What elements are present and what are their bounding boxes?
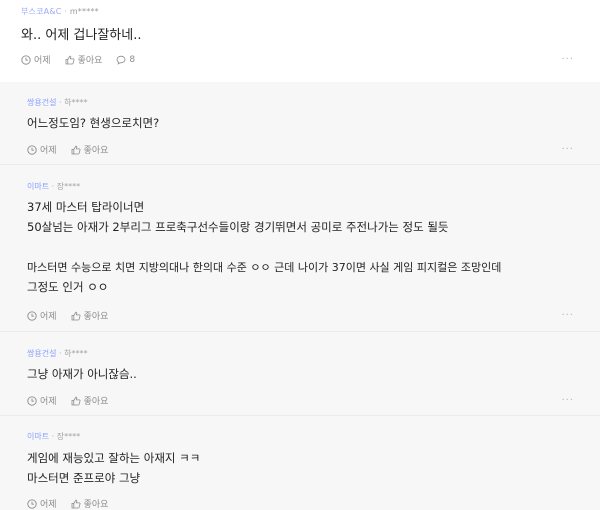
thumbs-up-icon [71,499,81,508]
comment-time: 어제 [21,53,51,66]
reply-text-line: 게임에 재능있고 잘하는 아재지 ㅋㅋ [27,451,201,465]
author-company: 이마트 [27,432,50,441]
reply-time-text: 어제 [40,146,57,156]
reply-count: 8 [129,54,136,65]
clock-icon [27,395,37,406]
reply-text-line: 마스터면 준프로야 그냥 [27,471,141,485]
reply-text-line: 마스터면 수능으로 치면 지방의대나 한의대 수준 ㅇㅇ 근데 나이가 37이면… [27,261,502,274]
author-nickname: m***** [69,7,99,16]
like-button[interactable]: 좋아요 [71,394,109,407]
clock-icon [27,310,37,321]
reply-item: 쌍용건설 · 하**** 어느정도임? 현생으로치면? 어제 좋아요 ··· [0,82,600,165]
reply-author[interactable]: 쌍용건설 · 하**** [27,348,87,359]
speech-bubble-icon [117,55,126,65]
author-nickname: 하**** [64,98,88,107]
author-company: 이마트 [27,182,50,191]
reply-author[interactable]: 이마트 · 장**** [27,181,80,192]
like-button[interactable]: 좋아요 [65,53,103,66]
like-label: 좋아요 [83,312,109,322]
like-button[interactable]: 좋아요 [71,309,109,322]
clock-icon [27,144,37,155]
clock-icon [27,498,37,509]
reply-meta: 어제 좋아요 [27,394,108,407]
reply-meta: 어제 좋아요 [27,497,108,510]
like-button[interactable]: 좋아요 [71,143,109,156]
reply-meta: 어제 좋아요 [27,143,108,156]
reply-time: 어제 [27,394,57,407]
author-separator: · [61,7,70,16]
author-company: 부스코A&C [21,7,62,16]
author-company: 쌍용건설 [27,349,57,358]
thumbs-up-icon [71,145,81,154]
comment-time-text: 어제 [34,56,51,66]
like-label: 좋아요 [83,500,109,510]
comment-author[interactable]: 부스코A&C · m***** [21,6,99,17]
author-separator: · [56,98,65,107]
like-label: 좋아요 [83,146,109,156]
more-options-button[interactable]: ··· [561,54,574,65]
reply-text-line: 37세 마스터 탑라이너면 [27,200,145,214]
reply-time-text: 어제 [40,312,57,322]
thumbs-up-icon [71,311,81,320]
reply-time: 어제 [27,497,57,510]
reply-time-text: 어제 [40,397,57,407]
reply-text-line: 50살넘는 아재가 2부리그 프로축구선수들이랑 경기뛰면서 공미로 주전나가는… [27,220,449,234]
reply-text: 그냥 아재가 아니잖슴.. [27,367,137,381]
more-options-button[interactable]: ··· [561,395,574,406]
author-separator: · [49,182,57,191]
author-nickname: 장**** [56,182,81,191]
reply-text: 어느정도임? 현생으로치면? [27,116,160,130]
reply-time-text: 어제 [40,500,57,510]
author-separator: · [49,432,57,441]
reply-list: 쌍용건설 · 하**** 어느정도임? 현생으로치면? 어제 좋아요 ··· 이… [0,82,600,510]
author-nickname: 장**** [56,432,81,441]
reply-time: 어제 [27,143,57,156]
reply-text-line: 그정도 인거 ㅇㅇ [27,280,109,294]
reply-item: 쌍용건설 · 하**** 그냥 아재가 아니잖슴.. 어제 좋아요 ··· [0,332,600,416]
top-comment: 부스코A&C · m***** 와.. 어제 겁나잘하네.. 어제 좋아요 8 … [0,0,600,82]
reply-meta: 어제 좋아요 [27,309,108,322]
reply-count-button[interactable]: 8 [116,55,135,65]
like-label: 좋아요 [83,397,109,407]
more-options-button[interactable]: ··· [561,144,574,155]
reply-time: 어제 [27,309,57,322]
reply-item: 이마트 · 장**** 게임에 재능있고 잘하는 아재지 ㅋㅋ 마스터면 준프로… [0,416,600,510]
reply-author[interactable]: 쌍용건설 · 하**** [27,97,87,108]
comment-meta: 어제 좋아요 8 [21,53,135,66]
comment-text: 와.. 어제 겁나잘하네.. [21,28,142,43]
more-options-button[interactable]: ··· [561,310,574,321]
author-separator: · [56,349,65,358]
reply-item: 이마트 · 장**** 37세 마스터 탑라이너면 50살넘는 아재가 2부리그… [0,165,600,332]
reply-author[interactable]: 이마트 · 장**** [27,431,80,442]
clock-icon [21,54,31,65]
author-company: 쌍용건설 [27,98,57,107]
author-nickname: 하**** [64,349,88,358]
like-label: 좋아요 [77,56,103,66]
thumbs-up-icon [65,55,75,64]
like-button[interactable]: 좋아요 [71,497,109,510]
thumbs-up-icon [71,396,81,405]
